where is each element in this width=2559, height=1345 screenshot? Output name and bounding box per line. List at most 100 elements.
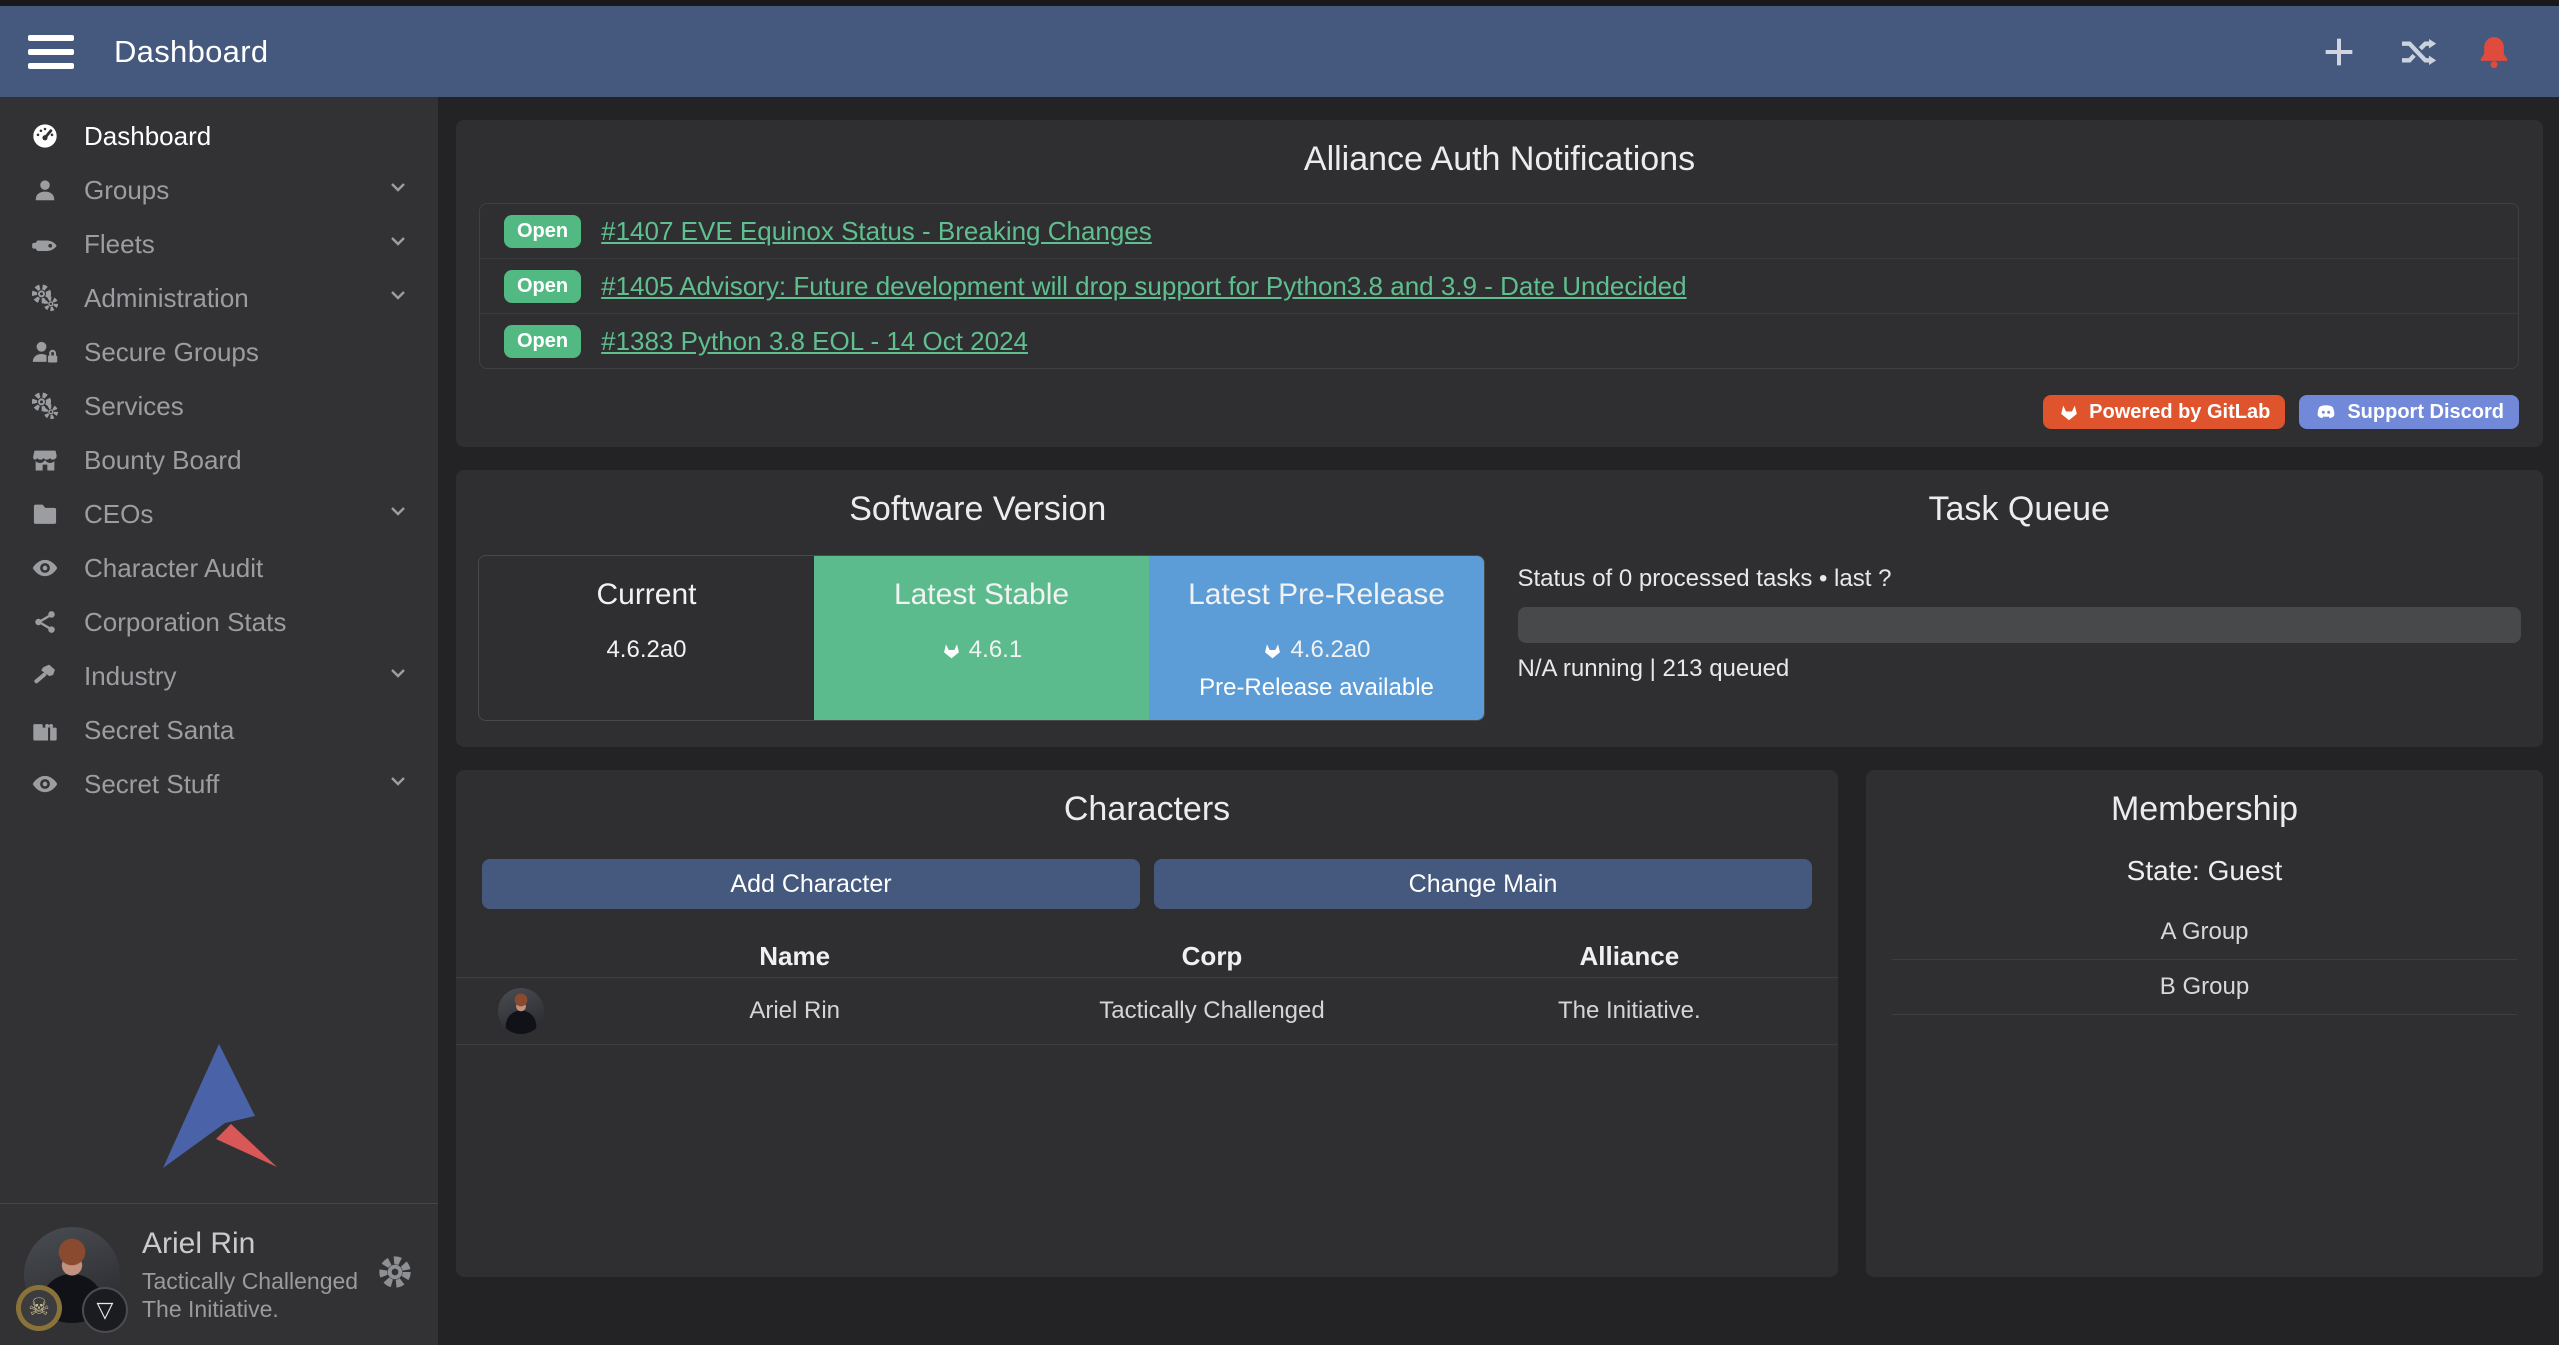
badge-label: Support Discord xyxy=(2347,401,2504,424)
sidebar-item-label: Fleets xyxy=(84,229,155,260)
sidebar-item-corporation-stats[interactable]: Corporation Stats xyxy=(0,595,438,649)
status-badge: Open xyxy=(504,270,581,303)
gifts-icon xyxy=(28,716,62,744)
external-badges: Powered by GitLab Support Discord xyxy=(2043,395,2519,429)
add-character-button[interactable]: Add Character xyxy=(482,859,1140,909)
shuttle-icon xyxy=(28,230,62,258)
character-portrait xyxy=(498,988,544,1034)
notification-row: Open #1405 Advisory: Future development … xyxy=(480,259,2518,314)
navbar-actions xyxy=(2319,32,2513,72)
sidebar: Dashboard Groups Fle xyxy=(0,97,438,1345)
folder-icon xyxy=(28,500,62,528)
add-character-icon[interactable] xyxy=(2319,32,2359,72)
corp-logo-badge: ☠ xyxy=(16,1285,62,1331)
sidebar-menu: Dashboard Groups Fle xyxy=(0,97,438,811)
sidebar-item-services[interactable]: Services xyxy=(0,379,438,433)
status-badge: Open xyxy=(504,215,581,248)
sidebar-item-label: Character Audit xyxy=(84,553,263,584)
hammer-icon xyxy=(28,662,62,690)
membership-panel: Membership State: Guest A Group B Group xyxy=(1866,770,2543,1277)
user-avatar: ☠ ▽ xyxy=(24,1227,120,1323)
version-cell-prerelease: Latest Pre-Release 4.6.2a0 Pre-Release a… xyxy=(1149,556,1484,720)
gitlab-icon xyxy=(1262,640,1283,661)
menu-toggle-icon[interactable] xyxy=(28,35,74,69)
notifications-title: Alliance Auth Notifications xyxy=(456,120,2543,179)
header-name: Name xyxy=(586,941,1003,972)
share-icon xyxy=(28,609,62,635)
characters-title: Characters xyxy=(456,770,1838,829)
powered-by-gitlab-badge[interactable]: Powered by GitLab xyxy=(2043,395,2285,429)
characters-table-header: Name Corp Alliance xyxy=(456,935,1838,977)
sidebar-item-groups[interactable]: Groups xyxy=(0,163,438,217)
membership-state: State: Guest xyxy=(1866,855,2543,887)
sidebar-item-fleets[interactable]: Fleets xyxy=(0,217,438,271)
sidebar-item-bounty-board[interactable]: Bounty Board xyxy=(0,433,438,487)
version-value: 4.6.2a0 xyxy=(606,636,686,664)
support-discord-badge[interactable]: Support Discord xyxy=(2299,395,2519,429)
version-heading: Current xyxy=(479,578,814,612)
characters-panel: Characters Add Character Change Main Nam… xyxy=(456,770,1838,1277)
chevron-down-icon xyxy=(386,229,410,260)
membership-title: Membership xyxy=(1866,770,2543,829)
notification-link[interactable]: #1383 Python 3.8 EOL - 14 Oct 2024 xyxy=(601,326,1028,357)
sidebar-item-dashboard[interactable]: Dashboard xyxy=(0,109,438,163)
sidebar-item-secret-santa[interactable]: Secret Santa xyxy=(0,703,438,757)
alliance-logo-badge: ▽ xyxy=(82,1287,128,1333)
notifications-panel: Alliance Auth Notifications Open #1407 E… xyxy=(456,120,2543,447)
sidebar-item-label: Secret Santa xyxy=(84,715,234,746)
sidebar-item-industry[interactable]: Industry xyxy=(0,649,438,703)
group-row: B Group xyxy=(1892,960,2517,1015)
top-navbar: Dashboard xyxy=(0,6,2559,97)
sidebar-item-label: Groups xyxy=(84,175,169,206)
version-heading: Latest Stable xyxy=(814,578,1149,612)
user-panel: ☠ ▽ Ariel Rin Tactically Challenged The … xyxy=(0,1203,438,1345)
group-list: A Group B Group xyxy=(1892,905,2517,1015)
sidebar-item-secure-groups[interactable]: Secure Groups xyxy=(0,325,438,379)
character-row: Ariel Rin Tactically Challenged The Init… xyxy=(456,977,1838,1045)
chevron-down-icon xyxy=(386,499,410,530)
sidebar-item-label: Dashboard xyxy=(84,121,211,152)
user-corp: Tactically Challenged xyxy=(142,1267,358,1296)
notifications-list: Open #1407 EVE Equinox Status - Breaking… xyxy=(479,203,2519,369)
change-main-button[interactable]: Change Main xyxy=(1154,859,1812,909)
user-alliance: The Initiative. xyxy=(142,1295,358,1324)
page-title: Dashboard xyxy=(114,34,268,70)
user-name: Ariel Rin xyxy=(142,1225,358,1263)
user-settings-gear-icon[interactable] xyxy=(376,1253,414,1296)
chevron-down-icon xyxy=(386,661,410,692)
sidebar-item-ceos[interactable]: CEOs xyxy=(0,487,438,541)
shuffle-icon[interactable] xyxy=(2397,32,2437,72)
version-heading: Latest Pre-Release xyxy=(1149,578,1484,612)
notification-link[interactable]: #1407 EVE Equinox Status - Breaking Chan… xyxy=(601,216,1152,247)
notifications-bell-icon[interactable] xyxy=(2475,32,2513,72)
header-alliance: Alliance xyxy=(1421,941,1838,972)
gauge-icon xyxy=(28,122,62,150)
notification-link[interactable]: #1405 Advisory: Future development will … xyxy=(601,271,1686,302)
user-lock-icon xyxy=(28,338,62,366)
software-version-title: Software Version xyxy=(456,470,1500,529)
status-badge: Open xyxy=(504,325,581,358)
sidebar-item-label: Secret Stuff xyxy=(84,769,219,800)
sidebar-item-label: Industry xyxy=(84,661,177,692)
task-queue-counts: N/A running | 213 queued xyxy=(1518,655,2522,683)
sidebar-item-secret-stuff[interactable]: Secret Stuff xyxy=(0,757,438,811)
discord-icon xyxy=(2314,400,2338,424)
sidebar-item-label: Secure Groups xyxy=(84,337,259,368)
group-row: A Group xyxy=(1892,905,2517,960)
gears-icon xyxy=(28,392,62,420)
notification-row: Open #1383 Python 3.8 EOL - 14 Oct 2024 xyxy=(480,314,2518,368)
eye-icon xyxy=(28,554,62,582)
dashboard-screen: Dashboard xyxy=(0,0,2559,1345)
sidebar-item-label: CEOs xyxy=(84,499,153,530)
header-corp: Corp xyxy=(1003,941,1420,972)
sidebar-item-character-audit[interactable]: Character Audit xyxy=(0,541,438,595)
prerelease-note: Pre-Release available xyxy=(1149,674,1484,702)
version-cell-current: Current 4.6.2a0 xyxy=(479,556,814,720)
sidebar-item-administration[interactable]: Administration xyxy=(0,271,438,325)
sidebar-item-label: Services xyxy=(84,391,184,422)
badge-label: Powered by GitLab xyxy=(2089,401,2270,424)
task-queue-title: Task Queue xyxy=(1518,470,2522,529)
alliance-auth-logo xyxy=(159,1042,279,1175)
version-box: Current 4.6.2a0 Latest Stable 4.6.1 Late… xyxy=(478,555,1485,721)
gitlab-icon xyxy=(941,640,962,661)
